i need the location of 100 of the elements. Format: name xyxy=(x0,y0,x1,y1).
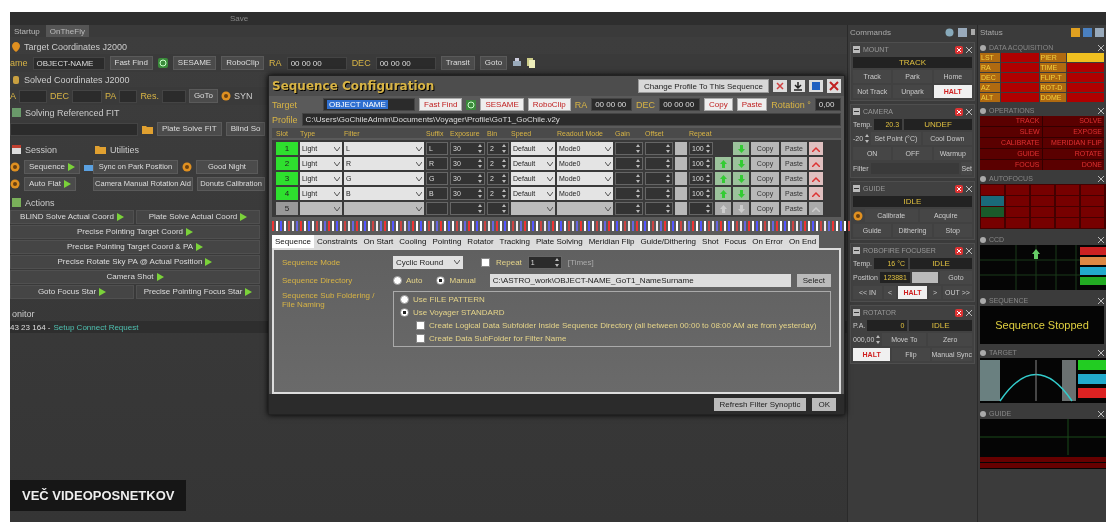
exposure-field[interactable] xyxy=(450,202,485,215)
spinner-icon xyxy=(502,204,506,213)
menu-label[interactable]: Save xyxy=(230,14,249,23)
offset-field[interactable] xyxy=(645,202,673,215)
delete-button[interactable] xyxy=(809,172,823,185)
radio-button[interactable] xyxy=(400,295,409,304)
select-button[interactable]: Select xyxy=(796,273,831,287)
coordinate-field[interactable] xyxy=(72,89,103,103)
slot-number[interactable]: 3 xyxy=(276,172,298,185)
find-button[interactable]: RoboClip xyxy=(221,56,265,70)
gain-field[interactable] xyxy=(615,157,643,170)
delete-button[interactable] xyxy=(809,187,823,200)
footer-button[interactable]: OK xyxy=(812,397,836,411)
gain-toggle[interactable] xyxy=(675,202,687,215)
find-button[interactable]: Fast Find xyxy=(419,98,463,111)
dec-field[interactable]: 00 00 00 xyxy=(659,98,701,111)
solve-button[interactable]: Plate Solve FIT xyxy=(157,122,222,136)
gain-field[interactable] xyxy=(615,172,643,185)
move-down-button[interactable] xyxy=(733,202,749,215)
gain-toggle[interactable] xyxy=(675,142,687,155)
mode-dropdown[interactable]: Cyclic Round xyxy=(393,255,463,269)
dec-field[interactable]: 00 00 00 xyxy=(375,56,436,70)
find-button[interactable]: SESAME xyxy=(480,98,524,111)
readout-display xyxy=(1001,63,1039,72)
action-button[interactable]: Camera Shot xyxy=(10,270,260,284)
gain-toggle[interactable] xyxy=(675,172,687,185)
action-button[interactable]: Transit xyxy=(440,56,475,70)
collapse-icon xyxy=(853,185,860,192)
section-title: Target Coordinates J2000 xyxy=(24,41,128,52)
panel-title: Commands xyxy=(850,27,892,37)
type-dropdown[interactable] xyxy=(300,202,342,215)
slot-number[interactable]: 5 xyxy=(276,202,298,215)
paste-button[interactable]: Paste xyxy=(736,98,768,111)
coordinate-field[interactable] xyxy=(19,89,47,103)
delete-button[interactable] xyxy=(809,142,823,155)
checkbox[interactable] xyxy=(416,321,425,330)
goto-button[interactable]: GoTo xyxy=(188,89,218,103)
action-button[interactable]: Plate Solve Actual Coord xyxy=(136,210,260,224)
close-icon xyxy=(1098,107,1104,114)
copy-button[interactable]: Copy xyxy=(704,98,733,111)
offset-field[interactable] xyxy=(645,172,673,185)
action-button[interactable]: Precise Pointing Target Coord & PA xyxy=(10,240,260,254)
more-videos-button[interactable]: VEČ VIDEOPOSNETKOV xyxy=(10,480,187,511)
eye-icon xyxy=(980,107,986,114)
solve-button[interactable]: Blind So xyxy=(225,122,266,136)
bin-field[interactable] xyxy=(487,202,509,215)
radio-button[interactable] xyxy=(436,275,446,285)
offset-field[interactable] xyxy=(645,157,673,170)
action-button[interactable]: Goto Focus Star xyxy=(10,285,134,299)
find-button[interactable]: RoboClip xyxy=(527,98,571,111)
tab[interactable]: OnTheFly xyxy=(45,25,89,37)
file-field[interactable] xyxy=(10,122,138,136)
radio-button[interactable] xyxy=(400,308,409,317)
footer-button[interactable]: Refresh Filter Synoptic xyxy=(713,397,807,411)
position-field[interactable] xyxy=(911,272,938,283)
sync-label[interactable]: SYN xyxy=(234,91,253,101)
find-button[interactable]: Fast Find xyxy=(109,56,153,70)
session-button[interactable]: Sequence xyxy=(24,159,81,174)
action-button[interactable]: Precise Rotate Sky PA @ Actual Position xyxy=(10,255,260,269)
profile-field[interactable]: C:\Users\GoChileAdmin\Documents\Voyager\Profile\GoT1_GoChile.v2y xyxy=(301,113,841,126)
gain-field[interactable] xyxy=(615,202,643,215)
suffix-field[interactable] xyxy=(426,202,448,215)
ra-field[interactable]: 00 00 00 xyxy=(591,98,633,111)
action-button[interactable]: BLIND Solve Actual Coord xyxy=(10,210,134,224)
name-field[interactable]: OBJECT-NAME xyxy=(32,56,105,70)
checkbox[interactable] xyxy=(416,334,425,343)
action-button[interactable]: Precise Pointing Focus Star xyxy=(136,285,260,299)
tab[interactable]: Sequence xyxy=(272,235,315,248)
slot-number[interactable]: 4 xyxy=(276,187,298,200)
coordinate-field[interactable] xyxy=(161,89,186,103)
change-profile-button[interactable]: Change Profile To This Sequence xyxy=(638,79,769,93)
gain-toggle[interactable] xyxy=(675,187,687,200)
move-up-button[interactable] xyxy=(715,202,731,215)
find-button[interactable]: SESAME xyxy=(172,56,217,70)
delete-button[interactable] xyxy=(809,157,823,170)
readout-display xyxy=(1001,73,1039,82)
offset-field[interactable] xyxy=(645,187,673,200)
gain-toggle[interactable] xyxy=(675,157,687,170)
slot-number[interactable]: 1 xyxy=(276,142,298,155)
rotation-field[interactable]: 0,00 xyxy=(814,98,841,111)
ra-field[interactable]: 00 00 00 xyxy=(286,56,347,70)
spinner-icon xyxy=(636,204,640,213)
target-name-field[interactable]: OBJECT NAME xyxy=(323,98,416,111)
gain-field[interactable] xyxy=(615,142,643,155)
action-button[interactable]: Precise Pointing Target Coord xyxy=(10,225,260,239)
collapse-icon xyxy=(853,108,860,115)
offset-field[interactable] xyxy=(645,142,673,155)
field-label: Sequence Mode xyxy=(282,257,342,267)
directory-field[interactable]: C:\ASTRO_work\OBJECT-NAME_GoT1_NameSurname xyxy=(489,273,791,287)
delete-button[interactable] xyxy=(809,202,823,215)
radio-button[interactable] xyxy=(393,275,402,285)
slot-number[interactable]: 2 xyxy=(276,157,298,170)
action-button[interactable]: Goto xyxy=(479,56,508,70)
session-button[interactable]: Auto Flat xyxy=(24,176,76,191)
repeat-field[interactable] xyxy=(689,202,713,215)
repeat-checkbox[interactable] xyxy=(481,257,490,267)
caret-icon xyxy=(605,161,611,166)
gain-field[interactable] xyxy=(615,187,643,200)
download-icon xyxy=(791,80,805,92)
coordinate-field[interactable] xyxy=(119,89,138,103)
